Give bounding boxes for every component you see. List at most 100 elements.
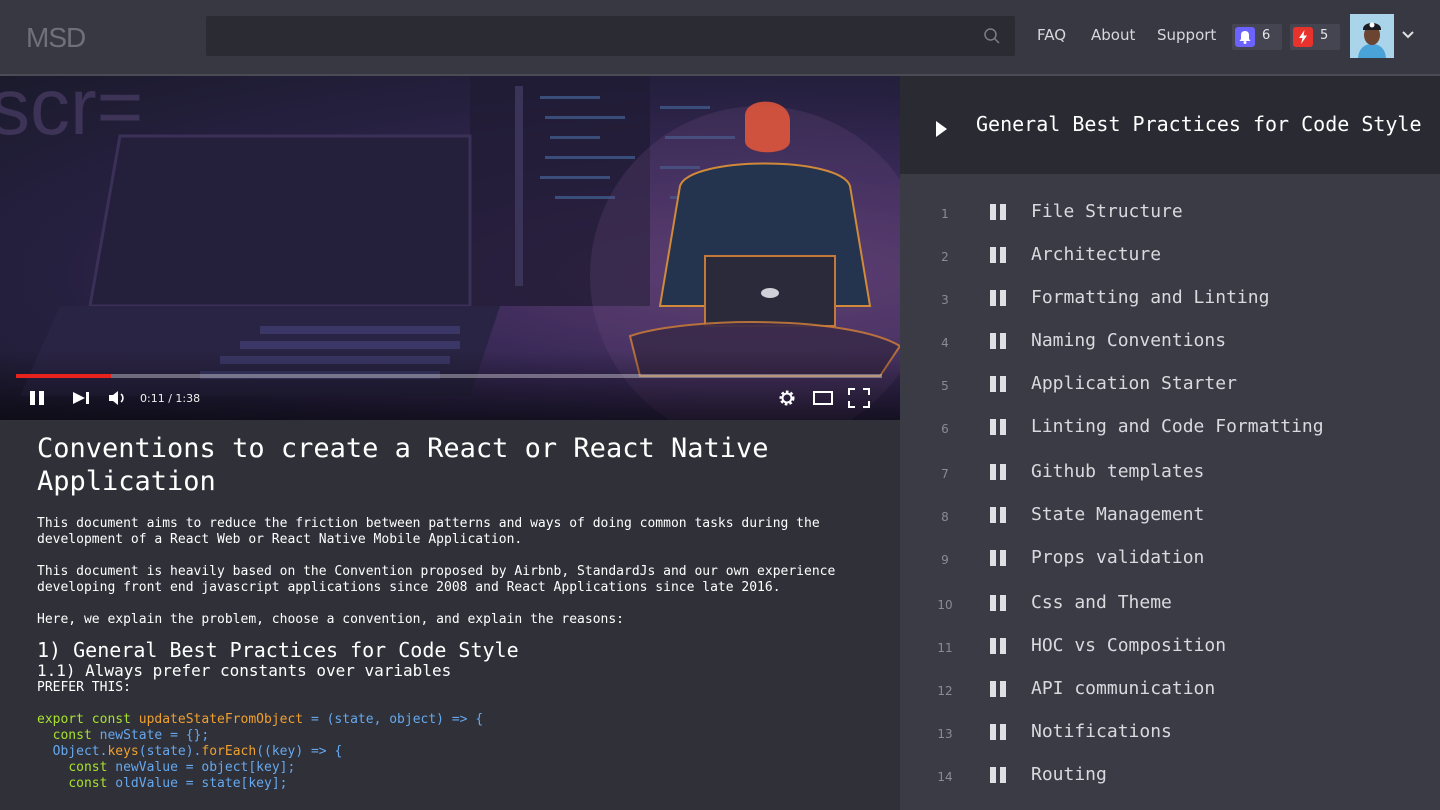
playlist-item-number: 2 bbox=[941, 250, 949, 264]
playlist-item[interactable]: 7 Github templates bbox=[900, 454, 1440, 494]
code-token: Object. bbox=[52, 744, 108, 759]
playlist-item-label: Linting and Code Formatting bbox=[1031, 416, 1324, 437]
playlist-item[interactable]: 9 Props validation bbox=[900, 540, 1440, 580]
playlist-title: General Best Practices for Code Style bbox=[976, 112, 1422, 136]
theater-mode-icon[interactable] bbox=[812, 390, 834, 406]
progress-fill bbox=[16, 374, 112, 378]
playlist-sidebar: General Best Practices for Code Style 1 F… bbox=[900, 76, 1440, 810]
search-input[interactable] bbox=[206, 16, 1015, 56]
prefer-label: PREFER THIS: bbox=[37, 680, 131, 695]
code-token: = object[key]; bbox=[185, 760, 296, 775]
article-paragraph-3: Here, we explain the problem, choose a c… bbox=[37, 612, 624, 627]
pause-icon[interactable] bbox=[990, 507, 1006, 523]
playlist-item-label: File Structure bbox=[1031, 201, 1183, 222]
playlist-item-label: Architecture bbox=[1031, 244, 1162, 265]
article-paragraph-2: This document is heavily based on the Co… bbox=[37, 564, 844, 595]
nav-support[interactable]: Support bbox=[1157, 26, 1216, 44]
code-token: = (state, object) => { bbox=[310, 712, 484, 727]
pause-icon[interactable] bbox=[990, 290, 1006, 306]
alerts-count: 5 bbox=[1320, 28, 1329, 43]
next-icon[interactable] bbox=[72, 390, 92, 406]
playlist-item-label: Routing bbox=[1031, 764, 1107, 785]
playlist-item-number: 3 bbox=[941, 293, 949, 307]
fullscreen-icon[interactable] bbox=[848, 388, 870, 408]
logo[interactable]: MSD bbox=[26, 22, 86, 54]
code-token: = state[key]; bbox=[185, 776, 288, 791]
search-icon[interactable] bbox=[983, 27, 1001, 45]
code-token: updateStateFromObject bbox=[138, 712, 304, 727]
chevron-down-icon[interactable] bbox=[1402, 30, 1414, 40]
code-token: ((key) => { bbox=[256, 744, 343, 759]
code-token: keys bbox=[107, 744, 139, 759]
progress-bar[interactable] bbox=[16, 374, 882, 378]
pause-icon[interactable] bbox=[990, 550, 1006, 566]
playlist-item-label: Github templates bbox=[1031, 461, 1205, 482]
code-token: export const bbox=[37, 712, 131, 727]
playlist-item-number: 7 bbox=[941, 467, 949, 481]
top-bar: MSD FAQ About Support 6 5 bbox=[0, 0, 1440, 76]
playlist-item-label: State Management bbox=[1031, 504, 1205, 525]
playlist-item-label: HOC vs Composition bbox=[1031, 635, 1227, 656]
playlist-item-number: 6 bbox=[941, 422, 949, 436]
pause-icon[interactable] bbox=[990, 464, 1006, 480]
playlist-item-label: Notifications bbox=[1031, 721, 1172, 742]
playlist-item-number: 8 bbox=[941, 510, 949, 524]
playlist-item[interactable]: 3 Formatting and Linting bbox=[900, 280, 1440, 320]
video-player[interactable]: scr= 0:11 / 1:38 bbox=[0, 76, 900, 420]
playlist-item-number: 4 bbox=[941, 336, 949, 350]
playlist-item[interactable]: 5 Application Starter bbox=[900, 366, 1440, 406]
code-block: export const updateStateFromObject = (st… bbox=[37, 712, 857, 792]
alerts-badge[interactable]: 5 bbox=[1290, 24, 1340, 50]
notifications-badge[interactable]: 6 bbox=[1232, 24, 1282, 50]
code-token: = {}; bbox=[170, 728, 210, 743]
article: Conventions to create a React or React N… bbox=[37, 432, 857, 792]
playlist-item[interactable]: 2 Architecture bbox=[900, 237, 1440, 277]
playlist-item[interactable]: 6 Linting and Code Formatting bbox=[900, 409, 1440, 449]
playlist-item[interactable]: 13 Notifications bbox=[900, 714, 1440, 754]
code-token: const bbox=[52, 728, 92, 743]
playlist-item[interactable]: 4 Naming Conventions bbox=[900, 323, 1440, 363]
controls-overlay bbox=[0, 350, 900, 420]
playlist-item[interactable]: 11 HOC vs Composition bbox=[900, 628, 1440, 668]
volume-icon[interactable] bbox=[108, 389, 128, 407]
playlist-item-label: Props validation bbox=[1031, 547, 1205, 568]
playlist-item-label: Formatting and Linting bbox=[1031, 287, 1270, 308]
pause-icon[interactable] bbox=[990, 376, 1006, 392]
code-token: forEach bbox=[201, 744, 257, 759]
article-title: Conventions to create a React or React N… bbox=[37, 433, 769, 497]
playlist-item[interactable]: 1 File Structure bbox=[900, 194, 1440, 234]
pause-icon[interactable] bbox=[990, 724, 1006, 740]
pause-icon[interactable] bbox=[990, 595, 1006, 611]
pause-icon[interactable] bbox=[990, 638, 1006, 654]
playlist-item-number: 11 bbox=[937, 641, 953, 655]
pause-icon[interactable] bbox=[990, 247, 1006, 263]
pause-icon[interactable] bbox=[990, 333, 1006, 349]
pause-icon[interactable] bbox=[28, 389, 46, 407]
playlist-item-label: Naming Conventions bbox=[1031, 330, 1227, 351]
playlist-item[interactable]: 10 Css and Theme bbox=[900, 585, 1440, 625]
bell-icon bbox=[1235, 27, 1255, 47]
playlist-item[interactable]: 14 Routing bbox=[900, 757, 1440, 797]
pause-icon[interactable] bbox=[990, 681, 1006, 697]
pause-icon[interactable] bbox=[990, 204, 1006, 220]
playlist-item-number: 10 bbox=[937, 598, 953, 612]
playlist-item-number: 5 bbox=[941, 379, 949, 393]
pause-icon[interactable] bbox=[990, 767, 1006, 783]
code-token: (state). bbox=[138, 744, 202, 759]
playlist-item-number: 1 bbox=[941, 207, 949, 221]
playlist-item-number: 9 bbox=[941, 553, 949, 567]
lightning-icon bbox=[1293, 27, 1313, 47]
playlist-item[interactable]: 12 API communication bbox=[900, 671, 1440, 711]
settings-gear-icon[interactable] bbox=[777, 388, 797, 408]
nav-about[interactable]: About bbox=[1091, 26, 1135, 44]
subsection-heading: 1.1) Always prefer constants over variab… bbox=[37, 661, 452, 680]
playlist-item-label: API communication bbox=[1031, 678, 1216, 699]
avatar[interactable] bbox=[1350, 14, 1394, 58]
playlist-item-number: 12 bbox=[937, 684, 953, 698]
playlist-item[interactable]: 8 State Management bbox=[900, 497, 1440, 537]
play-icon[interactable] bbox=[936, 121, 947, 137]
playlist-item-number: 13 bbox=[937, 727, 953, 741]
playlist-header[interactable]: General Best Practices for Code Style bbox=[900, 76, 1440, 174]
pause-icon[interactable] bbox=[990, 419, 1006, 435]
nav-faq[interactable]: FAQ bbox=[1037, 26, 1066, 44]
